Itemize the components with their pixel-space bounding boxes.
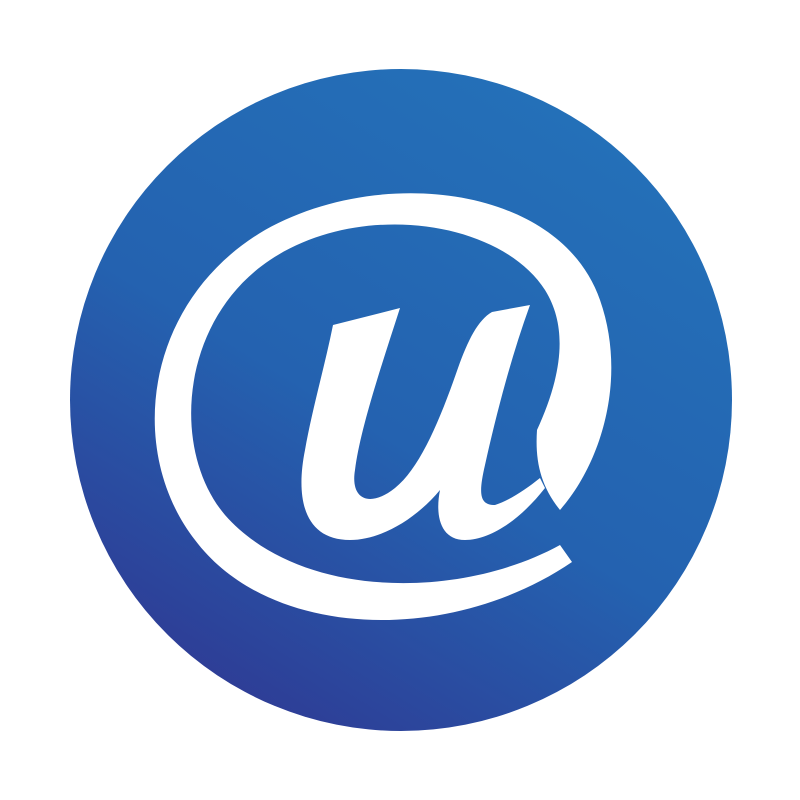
- at-sign-logo: [70, 69, 732, 731]
- logo-canvas: [0, 0, 800, 800]
